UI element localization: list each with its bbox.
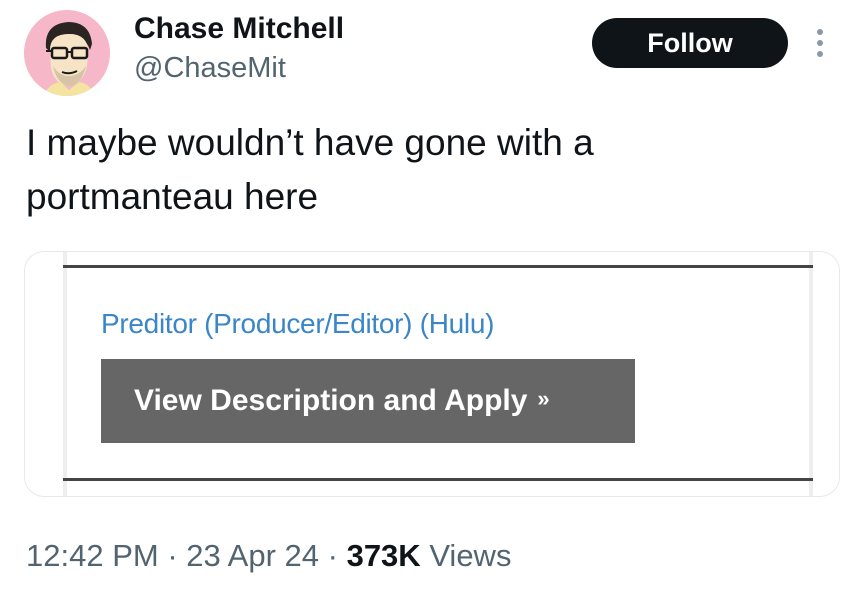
tweet-line-2: portmanteau here [26,176,319,217]
card-divider-top [63,265,813,268]
tweet-date[interactable]: 23 Apr 24 [186,538,319,573]
card-divider-bottom [63,478,813,481]
more-vertical-icon[interactable] [812,26,828,60]
apply-button-label: View Description and Apply [134,384,528,417]
tweet-meta: 12:42 PM · 23 Apr 24 · 373K Views [26,538,511,574]
views-count[interactable]: 373K [347,538,421,573]
tweet-line-1: I maybe wouldn’t have gone with a [26,122,594,163]
view-description-apply-button[interactable]: View Description and Apply » [101,359,635,443]
job-title-link[interactable]: Preditor (Producer/Editor) (Hulu) [101,308,494,340]
chevron-right-double-icon: » [537,386,550,411]
user-handle[interactable]: @ChaseMit [134,52,286,85]
follow-button[interactable]: Follow [592,18,788,68]
meta-separator: · [327,538,338,573]
views-label[interactable]: Views [429,538,511,573]
tweet-time[interactable]: 12:42 PM [26,538,159,573]
meta-separator: · [167,538,178,573]
avatar-illustration-icon [24,10,110,96]
user-name[interactable]: Chase Mitchell [134,12,344,46]
link-card[interactable]: Preditor (Producer/Editor) (Hulu) View D… [24,251,840,497]
tweet-text: I maybe wouldn’t have gone with a portma… [26,116,826,224]
avatar[interactable] [24,10,110,96]
